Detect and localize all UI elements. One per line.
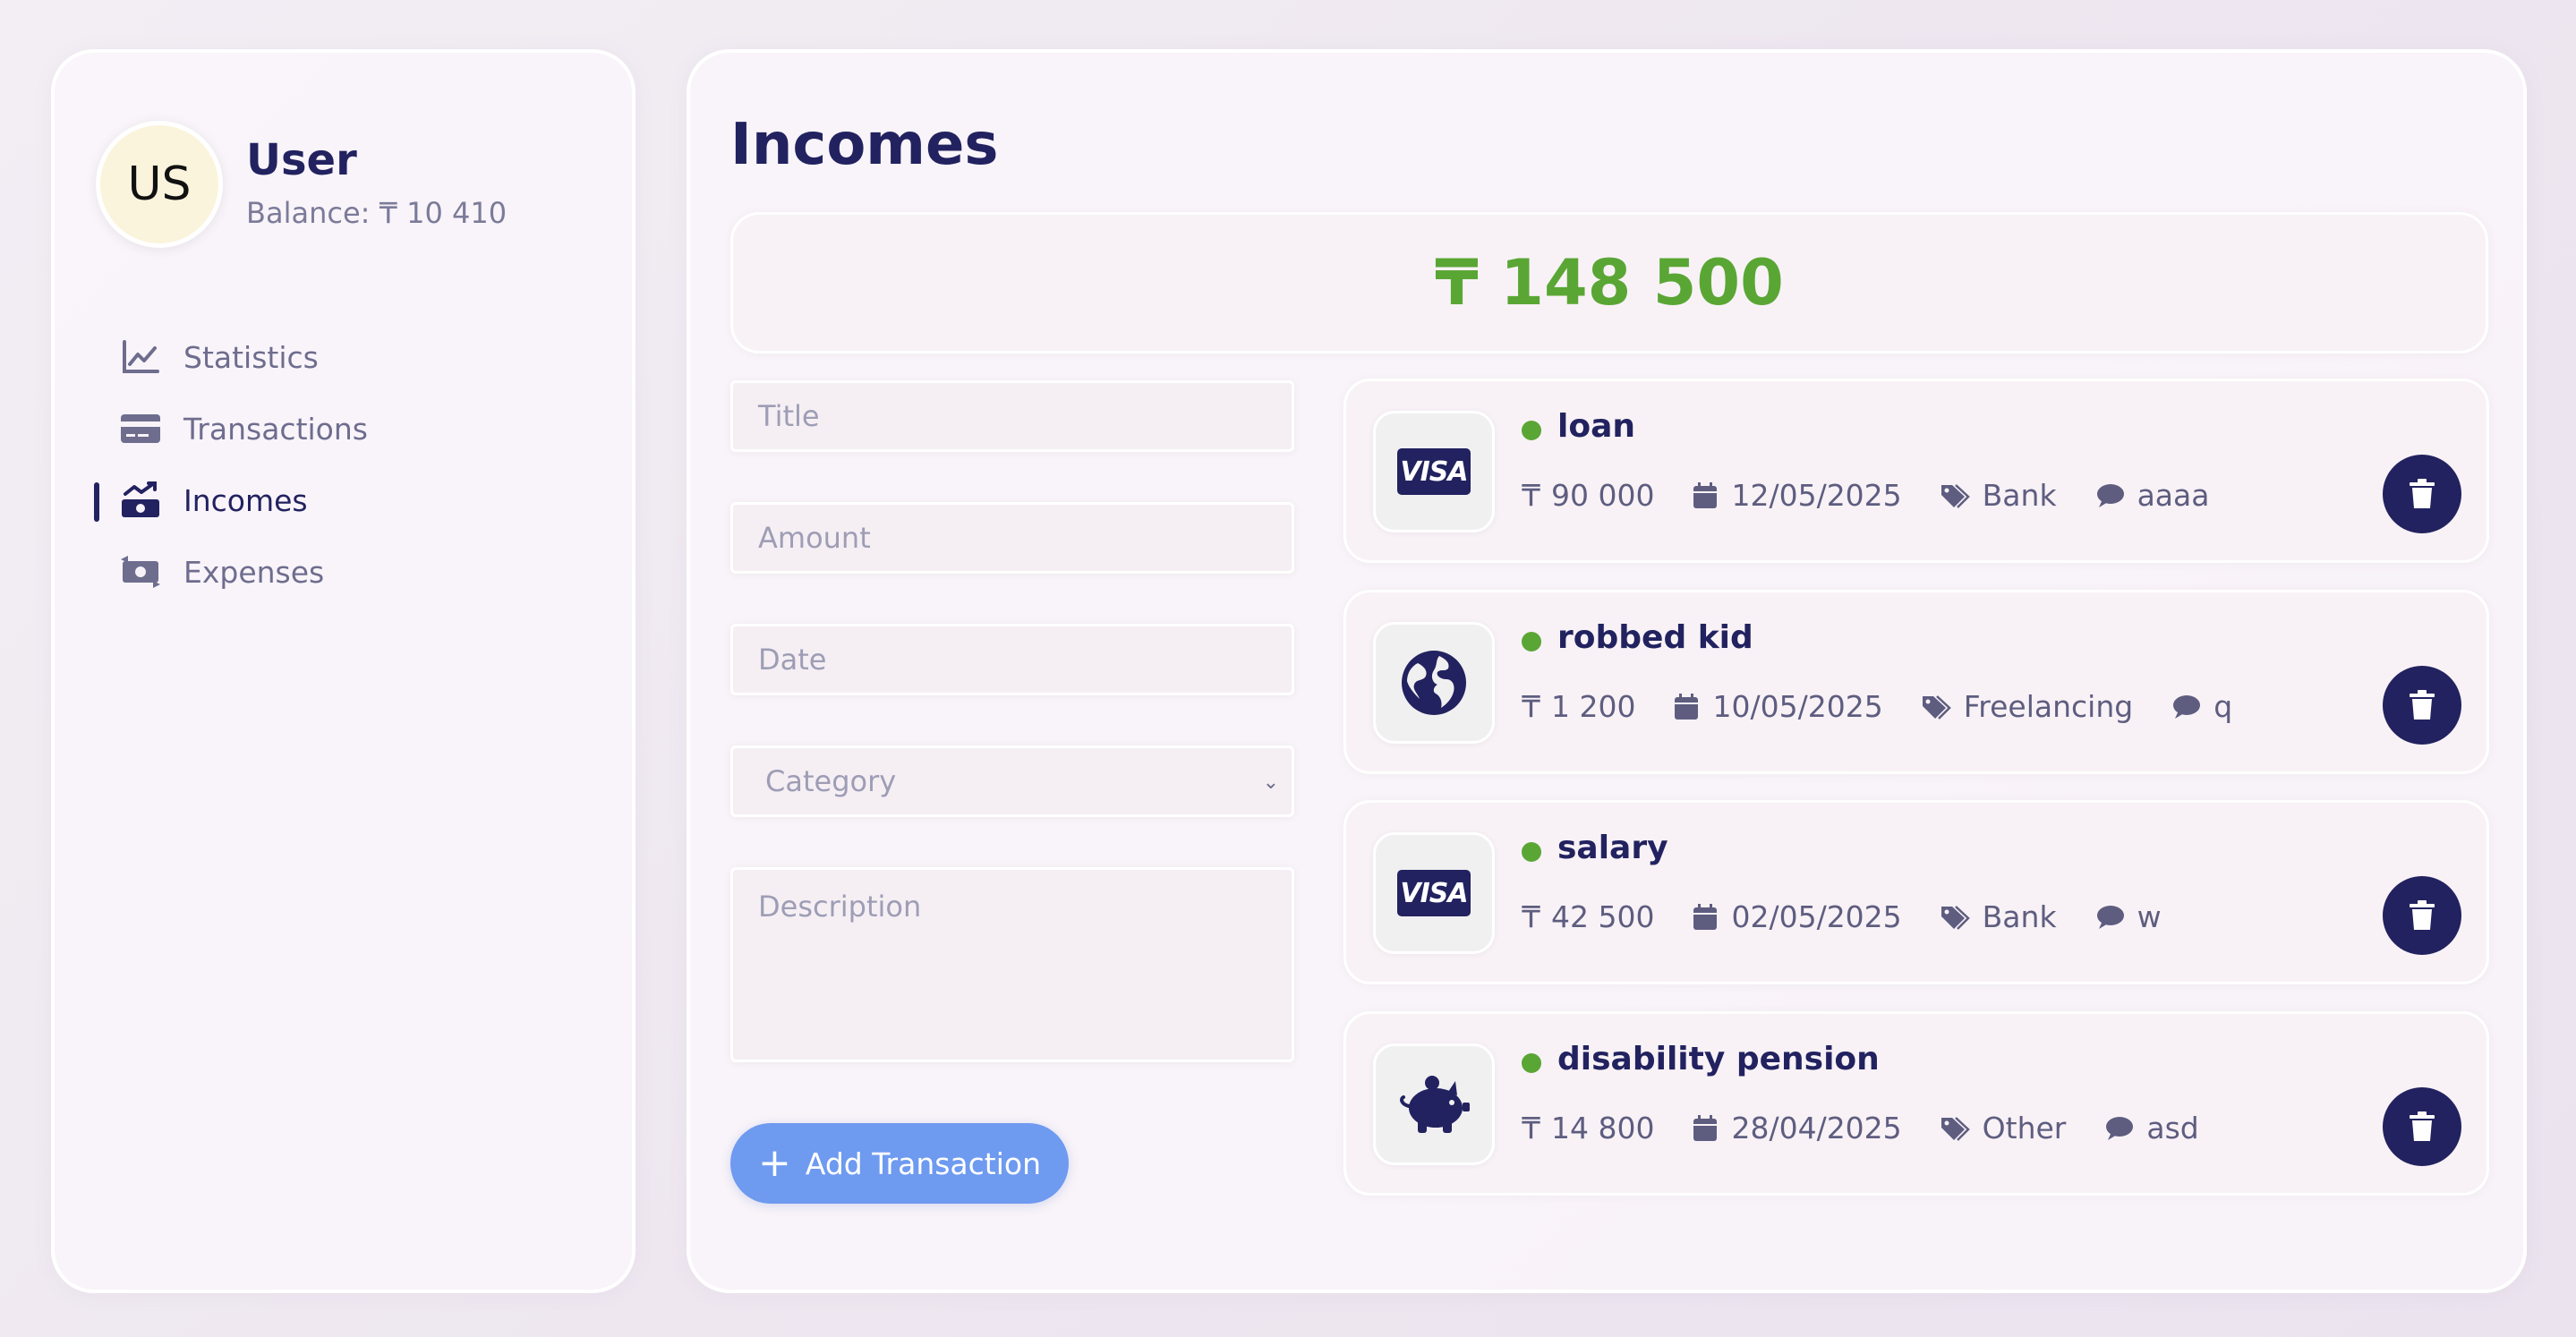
delete-button[interactable] — [2383, 455, 2461, 533]
sidebar-item-transactions[interactable]: Transactions — [55, 393, 632, 464]
date-input[interactable]: Date — [730, 624, 1294, 695]
transaction-category: Freelancing — [1963, 689, 2134, 724]
title-placeholder: Title — [758, 399, 820, 433]
transaction-note: w — [2137, 899, 2162, 934]
transaction-amount: 42 500 — [1551, 899, 1655, 934]
credit-card-icon — [119, 411, 162, 447]
transaction-date: 10/05/2025 — [1712, 689, 1883, 724]
transaction-meta: ₸ 14 800 28/04/2025 Other asd — [1522, 1111, 2237, 1145]
transaction-card: VISA salary ₸ 42 500 02/05/2025 Bank w — [1343, 800, 2489, 984]
calendar-icon — [1693, 481, 1718, 508]
date-placeholder: Date — [758, 643, 827, 677]
transaction-card: robbed kid ₸ 1 200 10/05/2025 Freelancing… — [1343, 590, 2489, 774]
calendar-icon — [1675, 693, 1699, 720]
category-placeholder: Category — [765, 764, 897, 798]
add-transaction-label: Add Transaction — [805, 1145, 1042, 1181]
sidebar-item-expenses[interactable]: Expenses — [55, 536, 632, 608]
category-select[interactable]: Category ⌄ — [730, 745, 1294, 817]
tag-icon — [1941, 905, 1970, 930]
user-balance: Balance: ₸ 10 410 — [246, 196, 508, 230]
money-trend-icon — [119, 481, 162, 518]
sidebar-item-label: Expenses — [183, 554, 325, 590]
transaction-date: 02/05/2025 — [1731, 899, 1902, 934]
delete-button[interactable] — [2383, 666, 2461, 745]
transaction-note: aaaa — [2137, 478, 2210, 513]
sidebar-item-label: Transactions — [183, 411, 368, 447]
trash-icon — [2410, 479, 2435, 508]
description-placeholder: Description — [758, 890, 922, 924]
delete-button[interactable] — [2383, 876, 2461, 955]
comment-icon — [2096, 483, 2124, 507]
comment-icon — [2096, 905, 2124, 929]
delete-button[interactable] — [2383, 1087, 2461, 1166]
income-indicator-dot — [1522, 421, 1541, 440]
transaction-title: robbed kid — [1557, 619, 1753, 656]
income-indicator-dot — [1522, 842, 1541, 862]
transaction-card: disability pension ₸ 14 800 28/04/2025 Ot… — [1343, 1011, 2489, 1196]
chart-line-icon — [119, 339, 162, 375]
sidebar-nav: Statistics Transactions Incomes Expenses — [55, 321, 632, 608]
trash-icon — [2410, 900, 2435, 930]
visa-icon: VISA — [1373, 411, 1495, 532]
transaction-title: disability pension — [1557, 1041, 1880, 1077]
tenge-icon: ₸ — [1522, 478, 1540, 513]
main-panel: Incomes ₸ 148 500 Title Amount Date Cate… — [687, 49, 2527, 1293]
tenge-icon: ₸ — [1522, 1111, 1540, 1145]
trash-icon — [2410, 1111, 2435, 1141]
piggy-bank-icon — [1373, 1043, 1495, 1165]
calendar-icon — [1693, 1114, 1718, 1141]
calendar-icon — [1693, 903, 1718, 930]
sidebar-item-label: Incomes — [183, 482, 308, 518]
plus-icon: + — [757, 1140, 791, 1186]
user-name: User — [246, 135, 357, 185]
sidebar-item-statistics[interactable]: Statistics — [55, 321, 632, 393]
transaction-date: 28/04/2025 — [1731, 1111, 1902, 1145]
sidebar-item-incomes[interactable]: Incomes — [55, 464, 632, 536]
transaction-date: 12/05/2025 — [1731, 478, 1902, 513]
trash-icon — [2410, 690, 2435, 720]
total-income-value: ₸ 148 500 — [1435, 246, 1784, 319]
transaction-meta: ₸ 90 000 12/05/2025 Bank aaaa — [1522, 478, 2247, 513]
description-textarea[interactable]: Description — [730, 867, 1294, 1062]
transaction-title: salary — [1557, 830, 1668, 866]
sidebar: US User Balance: ₸ 10 410 Statistics Tra… — [51, 49, 635, 1293]
tenge-icon: ₸ — [1522, 689, 1540, 724]
transaction-amount: 14 800 — [1551, 1111, 1655, 1145]
total-income: ₸ 148 500 — [730, 212, 2488, 353]
transaction-note: q — [2213, 689, 2233, 724]
transaction-category: Other — [1982, 1111, 2067, 1145]
transaction-title: loan — [1557, 408, 1635, 445]
amount-placeholder: Amount — [758, 521, 871, 555]
page-title: Incomes — [730, 112, 999, 178]
visa-icon: VISA — [1373, 832, 1495, 954]
comment-icon — [2173, 694, 2201, 719]
transaction-note: asd — [2146, 1111, 2199, 1145]
globe-icon — [1373, 622, 1495, 744]
transaction-category: Bank — [1982, 478, 2057, 513]
tag-icon — [1922, 694, 1951, 720]
transaction-amount: 90 000 — [1551, 478, 1655, 513]
amount-input[interactable]: Amount — [730, 502, 1294, 574]
money-exchange-icon — [119, 554, 162, 590]
tenge-icon: ₸ — [1522, 899, 1540, 934]
transaction-card: VISA loan ₸ 90 000 12/05/2025 Bank aaaa — [1343, 379, 2489, 563]
income-indicator-dot — [1522, 1053, 1541, 1073]
active-indicator — [94, 482, 99, 522]
sidebar-item-label: Statistics — [183, 339, 319, 375]
transaction-amount: 1 200 — [1551, 689, 1636, 724]
add-transaction-button[interactable]: + Add Transaction — [730, 1123, 1069, 1204]
title-input[interactable]: Title — [730, 380, 1294, 452]
comment-icon — [2106, 1116, 2134, 1140]
transaction-meta: ₸ 1 200 10/05/2025 Freelancing q — [1522, 689, 2270, 724]
chevron-down-icon: ⌄ — [1262, 771, 1279, 794]
transaction-meta: ₸ 42 500 02/05/2025 Bank w — [1522, 899, 2199, 934]
avatar-initials: US — [127, 158, 192, 211]
income-indicator-dot — [1522, 632, 1541, 651]
transaction-category: Bank — [1982, 899, 2057, 934]
avatar[interactable]: US — [96, 121, 223, 248]
tag-icon — [1941, 1116, 1970, 1141]
tag-icon — [1941, 483, 1970, 508]
